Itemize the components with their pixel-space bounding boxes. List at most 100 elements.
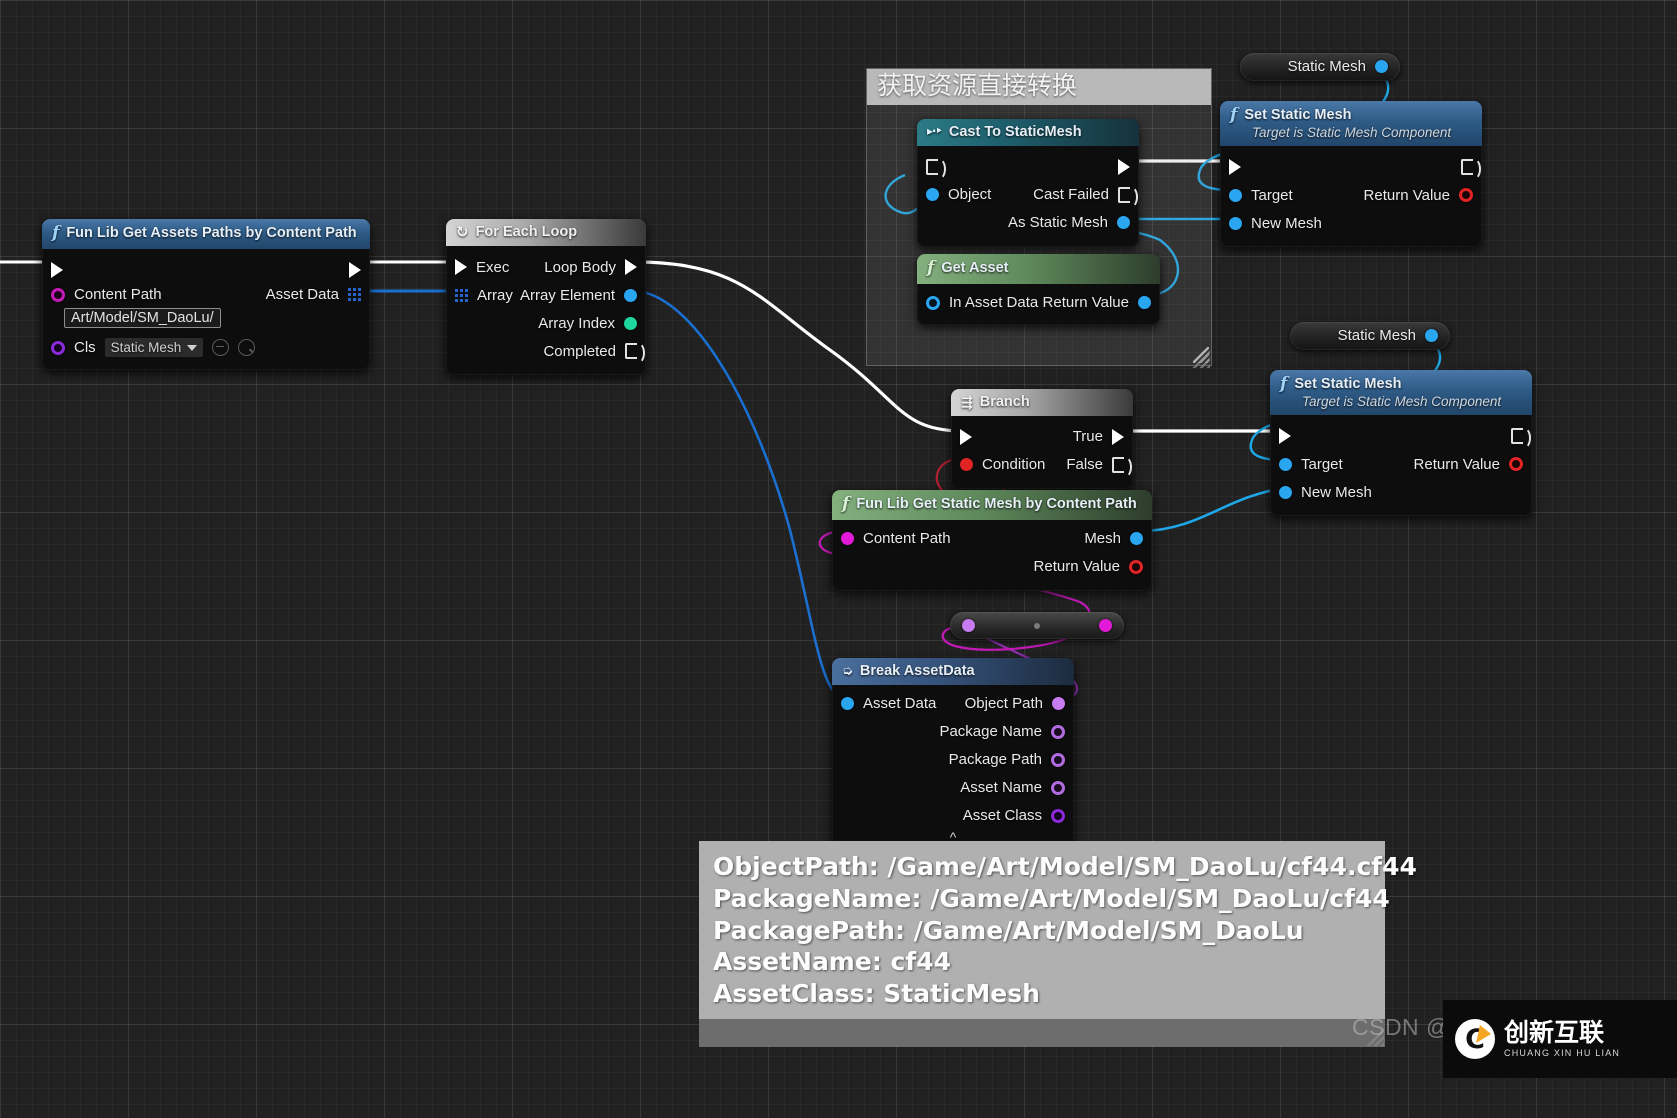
array-element-out-pin[interactable] xyxy=(624,288,637,302)
false-label: False xyxy=(1066,456,1103,474)
completed-out-pin[interactable] xyxy=(625,342,645,365)
asset-class-out-pin[interactable] xyxy=(1051,808,1065,823)
package-name-label: Package Name xyxy=(939,723,1042,741)
false-out-pin[interactable] xyxy=(1112,455,1132,478)
node-branch[interactable]: ⇶ Branch True Condition False xyxy=(951,389,1133,489)
cls-in-pin[interactable] xyxy=(51,340,65,355)
exec-in-pin[interactable] xyxy=(1279,428,1291,445)
new-mesh-in-pin[interactable] xyxy=(1279,485,1292,499)
tooltip-line-object-path: ObjectPath: /Game/Art/Model/SM_DaoLu/cf4… xyxy=(713,852,1417,881)
array-index-label: Array Index xyxy=(538,314,615,332)
node-for-each-loop[interactable]: ↻ For Each Loop Exec Loop Body Array Arr… xyxy=(446,219,646,376)
node-get-asset[interactable]: f Get Asset In Asset Data Return Value xyxy=(917,254,1160,325)
browse-back-icon[interactable] xyxy=(212,339,230,357)
csdn-watermark: CSDN @t xyxy=(1352,1014,1457,1040)
content-path-value-wrap: Art/Model/SM_DaoLu/ xyxy=(42,306,370,336)
var-static-mesh-bottom[interactable]: Static Mesh xyxy=(1290,322,1450,350)
object-in-pin[interactable] xyxy=(926,188,939,202)
node-body: True Condition False xyxy=(951,416,1133,489)
in-asset-data-in-pin[interactable] xyxy=(926,295,940,310)
var-static-mesh-top[interactable]: Static Mesh xyxy=(1240,53,1400,81)
row-exec xyxy=(1220,153,1482,181)
array-index-out-pin[interactable] xyxy=(624,316,637,330)
exec-in-pin[interactable] xyxy=(1229,159,1241,176)
node-header: ▸‧‣ Cast To StaticMesh xyxy=(917,119,1139,146)
node-fun-lib-get-static-mesh[interactable]: f Fun Lib Get Static Mesh by Content Pat… xyxy=(832,490,1152,591)
exec-in-pin[interactable] xyxy=(51,261,63,278)
row-target: Target Return Value xyxy=(1270,450,1532,478)
asset-data-out-pin[interactable] xyxy=(348,288,361,302)
content-path-input[interactable]: Art/Model/SM_DaoLu/ xyxy=(64,307,221,328)
exec-in-pin[interactable] xyxy=(455,259,467,276)
search-icon[interactable] xyxy=(238,339,256,357)
package-path-out-pin[interactable] xyxy=(1051,752,1065,767)
node-title: Get Asset xyxy=(941,260,1009,277)
as-static-mesh-label: As Static Mesh xyxy=(1007,214,1108,232)
target-in-pin[interactable] xyxy=(1229,188,1242,202)
cast-failed-out-pin[interactable] xyxy=(1118,185,1138,208)
asset-data-tooltip: ObjectPath: /Game/Art/Model/SM_DaoLu/cf4… xyxy=(699,841,1417,1047)
blueprint-graph-canvas[interactable]: 获取资源直接转换 f Fun Lib Get Assets Paths by C… xyxy=(0,0,1677,1118)
tooltip-line-package-path: PackagePath: /Game/Art/Model/SM_DaoLu xyxy=(713,915,1304,945)
asset-name-label: Asset Name xyxy=(960,779,1042,797)
return-value-out-pin[interactable] xyxy=(1459,188,1473,203)
true-label: True xyxy=(1072,428,1103,446)
function-f-icon: f xyxy=(927,258,935,278)
node-fun-lib-get-assets-paths[interactable]: f Fun Lib Get Assets Paths by Content Pa… xyxy=(42,219,370,370)
reroute-in-pin[interactable] xyxy=(962,619,975,632)
as-static-mesh-out-pin[interactable] xyxy=(1117,216,1130,230)
row-array-index: Array Index xyxy=(446,309,646,337)
object-label: Object xyxy=(948,186,992,204)
return-value-out-pin[interactable] xyxy=(1138,296,1151,310)
asset-data-in-pin[interactable] xyxy=(841,697,854,711)
reroute-out-pin[interactable] xyxy=(1099,619,1112,632)
var-out-pin[interactable] xyxy=(1425,329,1438,342)
package-name-out-pin[interactable] xyxy=(1051,724,1065,739)
return-value-out-pin[interactable] xyxy=(1509,457,1523,472)
loop-body-out-pin[interactable] xyxy=(625,259,637,276)
exec-out-pin[interactable] xyxy=(349,261,361,278)
node-header: f Fun Lib Get Assets Paths by Content Pa… xyxy=(42,219,370,249)
exec-label: Exec xyxy=(476,258,510,276)
asset-name-out-pin[interactable] xyxy=(1051,780,1065,795)
node-header: ➭ Break AssetData xyxy=(832,658,1074,685)
exec-out-pin[interactable] xyxy=(1511,427,1531,450)
exec-out-pin[interactable] xyxy=(1118,158,1130,175)
array-label: Array xyxy=(477,286,513,304)
var-out-pin[interactable] xyxy=(1375,60,1388,73)
node-set-static-mesh-bottom[interactable]: f Set Static Mesh Target is Static Mesh … xyxy=(1270,370,1532,517)
return-value-out-pin[interactable] xyxy=(1129,559,1143,574)
node-header: ⇶ Branch xyxy=(951,389,1133,416)
content-path-in-pin[interactable] xyxy=(51,287,65,302)
row-exec xyxy=(917,153,1139,181)
true-out-pin[interactable] xyxy=(1112,428,1124,445)
reroute-knot-node[interactable] xyxy=(950,612,1124,639)
in-asset-data-label: In Asset Data xyxy=(949,294,1039,312)
new-mesh-in-pin[interactable] xyxy=(1229,216,1242,230)
row-asset-data: Asset Data Object Path xyxy=(832,690,1074,718)
reroute-center-dot xyxy=(1034,622,1040,629)
row-asset-class: Asset Class xyxy=(832,802,1074,830)
node-cast-to-static-mesh[interactable]: ▸‧‣ Cast To StaticMesh Object Cast Faile… xyxy=(917,119,1139,247)
condition-in-pin[interactable] xyxy=(960,458,973,472)
node-header: ↻ For Each Loop xyxy=(446,219,646,247)
content-path-in-pin[interactable] xyxy=(841,532,854,546)
exec-in-pin[interactable] xyxy=(926,157,946,180)
node-set-static-mesh-top[interactable]: f Set Static Mesh Target is Static Mesh … xyxy=(1220,101,1482,248)
exec-out-pin[interactable] xyxy=(1461,158,1481,181)
row-new-mesh: New Mesh xyxy=(1270,478,1532,506)
node-header: f Set Static Mesh Target is Static Mesh … xyxy=(1220,101,1482,147)
function-f-icon: f xyxy=(52,223,60,243)
exec-in-pin[interactable] xyxy=(960,428,972,445)
array-in-pin[interactable] xyxy=(455,288,468,302)
graph-resize-handle[interactable] xyxy=(1192,350,1210,368)
node-title: Branch xyxy=(979,394,1030,410)
target-in-pin[interactable] xyxy=(1279,457,1292,471)
cls-dropdown[interactable]: Static Mesh xyxy=(104,338,204,358)
tooltip-line-asset-class: AssetClass: StaticMesh xyxy=(713,979,1040,1008)
node-break-asset-data[interactable]: ➭ Break AssetData Asset Data Object Path… xyxy=(832,658,1074,850)
brand-logo-icon: C xyxy=(1455,1019,1495,1059)
object-path-out-pin[interactable] xyxy=(1052,697,1065,711)
mesh-out-pin[interactable] xyxy=(1130,532,1143,546)
node-subtitle: Target is Static Mesh Component xyxy=(1302,393,1502,409)
